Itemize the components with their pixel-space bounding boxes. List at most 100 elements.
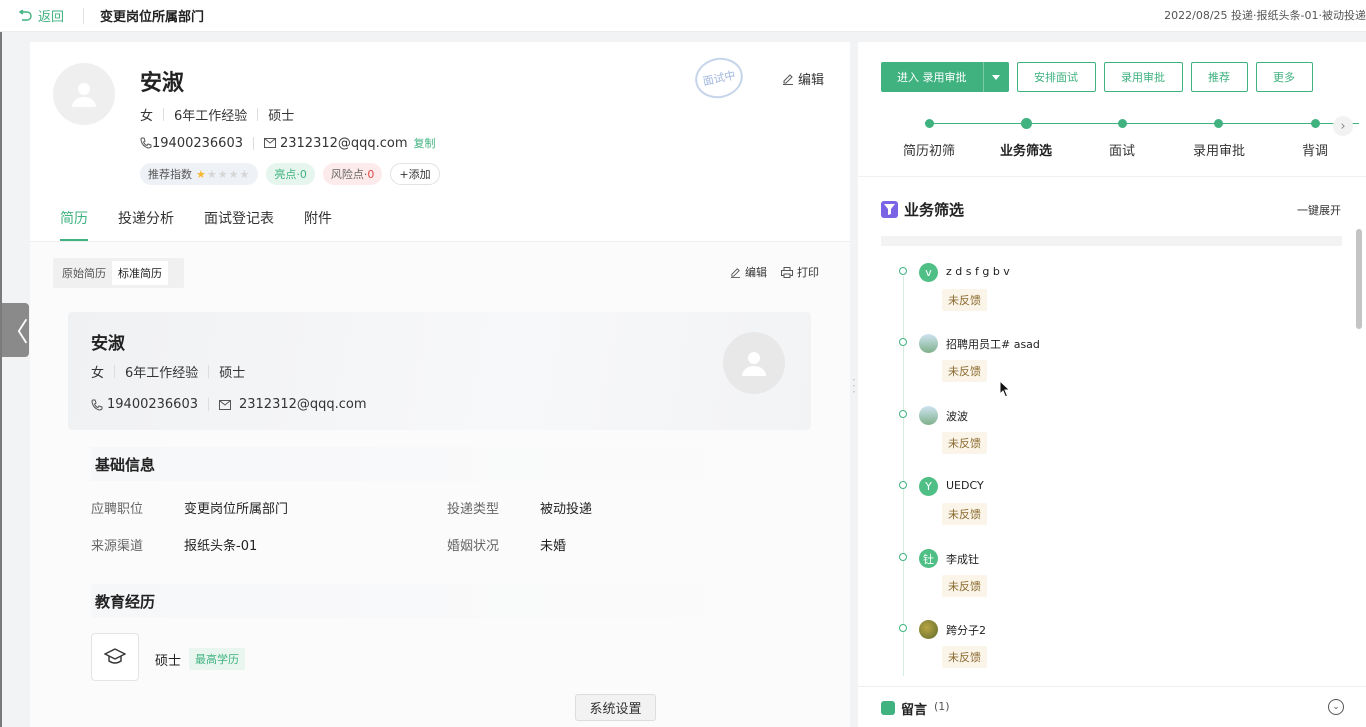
highlight-label: 亮点· [274, 168, 300, 181]
field-value: 未婚 [540, 539, 567, 554]
user-icon [742, 352, 766, 376]
risk-count: 0 [367, 167, 375, 181]
mail-icon [218, 399, 231, 410]
rating-stars: ★★★★★ [196, 168, 250, 181]
mail-icon [263, 138, 276, 148]
resume-contact: 19400236603 2312312@qqq.com [91, 397, 367, 412]
phone-number: 19400236603 [107, 397, 198, 412]
avatar: 钍 [919, 549, 938, 568]
enter-approval-button[interactable]: 进入 录用审批 [881, 62, 1009, 92]
add-tag-button[interactable]: +添加 [390, 163, 440, 185]
window-edge [0, 32, 2, 727]
status-badge: 未反馈 [942, 646, 987, 668]
status-badge: 未反馈 [942, 360, 987, 382]
message-icon [881, 701, 895, 715]
user-icon [72, 83, 96, 107]
step-offer-approval[interactable]: 录用审批 [1193, 140, 1245, 159]
message-bar[interactable]: 留言 (1) ⌄ [858, 686, 1366, 727]
print-button[interactable]: 打印 [781, 264, 819, 280]
resume-toggle: 原始简历 标准简历 [53, 258, 184, 288]
step-business-screening[interactable]: 业务筛选 [1000, 140, 1052, 159]
back-label: 返回 [38, 10, 65, 25]
message-title: 留言 [901, 703, 928, 718]
phone-number: 19400236603 [152, 135, 243, 151]
status-badge: 未反馈 [942, 503, 987, 525]
step-resume-screening[interactable]: 简历初筛 [903, 140, 955, 159]
chevron-down-icon[interactable]: ⌄ [1328, 699, 1344, 715]
tab-delivery-analysis[interactable]: 投递分析 [118, 194, 174, 241]
risk-tag[interactable]: 风险点· 0 [322, 163, 383, 185]
step-dot-current [1021, 118, 1032, 129]
action-bar: 进入 录用审批 安排面试 录用审批 推荐 更多 [881, 62, 1313, 92]
dropdown-button[interactable] [982, 62, 1009, 92]
avatar [919, 334, 938, 353]
timeline-dot [899, 553, 907, 561]
mouse-cursor-icon [999, 380, 1011, 398]
tab-resume[interactable]: 简历 [60, 194, 88, 241]
recommend-label: 推荐指数 [148, 168, 192, 181]
gender: 女 [140, 109, 154, 124]
degree: 硕士 [219, 366, 246, 381]
phone-icon [140, 137, 152, 149]
top-bar: 返回 变更岗位所属部门 2022/08/25 投递·报纸头条-01·被动投递 [0, 0, 1366, 32]
reviewer-name: UEDCY [946, 479, 984, 492]
edit-profile-button[interactable]: 编辑 [782, 69, 824, 88]
reviewer-name: z d s f g b v [946, 265, 1010, 278]
screening-title: 业务筛选 [904, 201, 965, 219]
chevron-left-icon: 〈 [2, 317, 29, 348]
step-dot [1311, 119, 1320, 128]
edit-label: 编辑 [798, 73, 825, 88]
candidate-tags: 推荐指数 ★★★★★ 亮点· 0 风险点· 0 +添加 [140, 163, 440, 185]
recommend-button[interactable]: 推荐 [1190, 62, 1248, 92]
offer-approval-button[interactable]: 录用审批 [1103, 62, 1183, 92]
resume-avatar [723, 332, 785, 394]
edit-icon [783, 73, 793, 85]
profile-tabs: 简历 投递分析 面试登记表 附件 [30, 194, 850, 242]
panel-resize-handle[interactable]: · · · [852, 374, 856, 398]
gender: 女 [91, 366, 105, 381]
degree: 硕士 [268, 109, 295, 124]
step-interview[interactable]: 面试 [1109, 140, 1135, 159]
resume-name: 安淑 [91, 334, 125, 354]
collapse-sidebar-button[interactable]: 〈 [2, 303, 29, 357]
step-background-check[interactable]: 背调 [1302, 140, 1328, 159]
divider [207, 398, 209, 411]
star-icon: ★ [228, 167, 240, 181]
resume-meta: 女 6年工作经验 硕士 [91, 362, 245, 381]
timeline-dot [899, 338, 907, 346]
star-icon: ★ [217, 167, 229, 181]
highlight-tag[interactable]: 亮点· 0 [266, 163, 315, 185]
scrollbar[interactable] [1356, 229, 1362, 329]
chevron-right-icon[interactable]: › [1333, 116, 1353, 136]
divider [257, 108, 259, 121]
resume-tools: 编辑 打印 [730, 264, 819, 280]
expand-all-button[interactable]: 一键展开 [1297, 202, 1341, 218]
tab-attachments[interactable]: 附件 [304, 194, 332, 241]
page-title: 变更岗位所属部门 [100, 10, 205, 25]
schedule-interview-button[interactable]: 安排面试 [1016, 62, 1096, 92]
original-resume-toggle[interactable]: 原始简历 [56, 261, 112, 285]
tab-interview-form[interactable]: 面试登记表 [204, 194, 274, 241]
step-line [933, 123, 1359, 124]
enter-approval-label: 进入 录用审批 [897, 71, 967, 84]
standard-resume-toggle[interactable]: 标准简历 [112, 261, 168, 285]
candidate-avatar [53, 63, 115, 125]
field-label: 婚姻状况 [447, 539, 500, 554]
avatar [919, 406, 938, 425]
recommend-tag[interactable]: 推荐指数 ★★★★★ [140, 163, 259, 185]
system-settings-button[interactable]: 系统设置 [575, 694, 656, 721]
caret-down-icon [992, 74, 1000, 80]
timeline-dot [899, 267, 907, 275]
field-label: 应聘职位 [91, 502, 144, 517]
reviewer-name: 波波 [946, 410, 968, 423]
copy-button[interactable]: 复制 [414, 135, 436, 151]
resume-edit-button[interactable]: 编辑 [730, 264, 767, 280]
basic-info-heading: 基础信息 [91, 447, 761, 481]
risk-label: 风险点· [330, 168, 368, 181]
field-value: 报纸头条-01 [184, 539, 258, 554]
more-button[interactable]: 更多 [1255, 62, 1313, 92]
divider [114, 365, 116, 378]
field-delivery-type: 投递类型 被动投递 [447, 498, 592, 517]
education-heading: 教育经历 [91, 584, 761, 618]
back-button[interactable]: 返回 [18, 6, 64, 25]
